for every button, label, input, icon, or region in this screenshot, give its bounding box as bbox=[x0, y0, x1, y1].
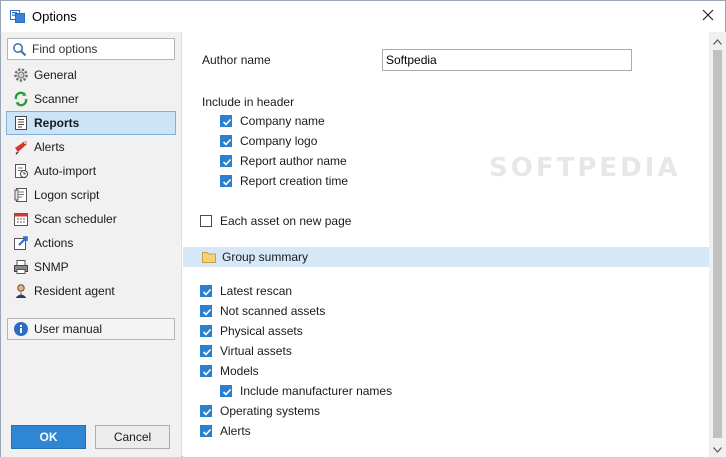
watermark: SOFTPEDIA bbox=[489, 153, 681, 183]
reports-settings-panel: Author name Include in header Company na… bbox=[183, 32, 709, 457]
checkbox-physical-assets[interactable]: Physical assets bbox=[200, 323, 303, 339]
checkbox-company-logo[interactable]: Company logo bbox=[220, 133, 317, 149]
sidebar-item-label: Reports bbox=[34, 116, 80, 130]
alert-icon bbox=[13, 139, 29, 155]
close-icon bbox=[702, 9, 714, 24]
sidebar-item-label: General bbox=[34, 68, 77, 82]
script-icon bbox=[13, 187, 29, 203]
checkbox-checked-icon bbox=[200, 305, 212, 317]
group-summary-header[interactable]: Group summary bbox=[183, 247, 709, 267]
scroll-up-button[interactable] bbox=[709, 32, 726, 49]
checkbox-label: Each asset on new page bbox=[220, 214, 352, 228]
checkbox-latest-rescan[interactable]: Latest rescan bbox=[200, 283, 292, 299]
checkbox-label: Virtual assets bbox=[220, 344, 292, 358]
cancel-button[interactable]: Cancel bbox=[95, 425, 170, 449]
sidebar-item-label: Logon script bbox=[34, 188, 100, 202]
scroll-down-button[interactable] bbox=[709, 440, 726, 457]
checkbox-label: Alerts bbox=[220, 424, 251, 438]
checkbox-label: Company name bbox=[240, 114, 325, 128]
options-window: Options General bbox=[0, 0, 726, 457]
sidebar-item-label: Scan scheduler bbox=[34, 212, 117, 226]
auto-import-icon bbox=[13, 163, 29, 179]
sidebar-nav: General Scanner Reports Alerts Auto-impo… bbox=[6, 63, 176, 303]
include-in-header-label: Include in header bbox=[202, 95, 295, 109]
group-summary-label: Group summary bbox=[222, 250, 309, 264]
calendar-icon bbox=[13, 211, 29, 227]
search-input[interactable] bbox=[32, 41, 172, 57]
checkbox-checked-icon bbox=[220, 115, 232, 127]
ok-button[interactable]: OK bbox=[11, 425, 86, 449]
checkbox-alerts[interactable]: Alerts bbox=[200, 423, 251, 439]
sidebar-item-scanner[interactable]: Scanner bbox=[6, 87, 176, 111]
checkbox-operating-systems[interactable]: Operating systems bbox=[200, 403, 320, 419]
author-name-label: Author name bbox=[202, 53, 271, 67]
window-title: Options bbox=[32, 9, 77, 24]
folder-icon bbox=[202, 251, 216, 263]
checkbox-checked-icon bbox=[220, 155, 232, 167]
sidebar-item-label: Alerts bbox=[34, 140, 65, 154]
checkbox-label: Report author name bbox=[240, 154, 347, 168]
actions-icon bbox=[13, 235, 29, 251]
checkbox-include-manufacturer-names[interactable]: Include manufacturer names bbox=[220, 383, 392, 399]
gear-icon bbox=[13, 67, 29, 83]
sidebar-item-label: Scanner bbox=[34, 92, 79, 106]
checkbox-virtual-assets[interactable]: Virtual assets bbox=[200, 343, 292, 359]
checkbox-checked-icon bbox=[220, 385, 232, 397]
search-box[interactable] bbox=[7, 38, 175, 60]
checkbox-company-name[interactable]: Company name bbox=[220, 113, 325, 129]
checkbox-not-scanned-assets[interactable]: Not scanned assets bbox=[200, 303, 325, 319]
sidebar-item-reports[interactable]: Reports bbox=[6, 111, 176, 135]
sidebar-item-alerts[interactable]: Alerts bbox=[6, 135, 176, 159]
options-app-icon bbox=[10, 9, 25, 23]
sidebar-item-snmp[interactable]: SNMP bbox=[6, 255, 176, 279]
checkbox-label: Latest rescan bbox=[220, 284, 293, 298]
user-manual-label: User manual bbox=[34, 322, 103, 336]
scanner-icon bbox=[13, 91, 29, 107]
sidebar-item-resident-agent[interactable]: Resident agent bbox=[6, 279, 176, 303]
checkbox-report-author-name[interactable]: Report author name bbox=[220, 153, 347, 169]
checkbox-checked-icon bbox=[200, 405, 212, 417]
chevron-up-icon bbox=[713, 34, 722, 48]
sidebar-item-label: Auto-import bbox=[34, 164, 97, 178]
checkbox-label: Operating systems bbox=[220, 404, 321, 418]
checkbox-label: Company logo bbox=[240, 134, 318, 148]
printer-icon bbox=[13, 259, 29, 275]
sidebar-item-auto-import[interactable]: Auto-import bbox=[6, 159, 176, 183]
checkbox-label: Include manufacturer names bbox=[240, 384, 393, 398]
sidebar: General Scanner Reports Alerts bbox=[1, 32, 182, 457]
scroll-thumb[interactable] bbox=[713, 50, 722, 438]
search-icon bbox=[12, 42, 27, 57]
sidebar-item-actions[interactable]: Actions bbox=[6, 231, 176, 255]
sidebar-item-label: Actions bbox=[34, 236, 74, 250]
sidebar-item-logon-script[interactable]: Logon script bbox=[6, 183, 176, 207]
checkbox-checked-icon bbox=[200, 345, 212, 357]
sidebar-item-label: Resident agent bbox=[34, 284, 115, 298]
checkbox-report-creation-time[interactable]: Report creation time bbox=[220, 173, 348, 189]
title-bar: Options bbox=[1, 1, 725, 32]
chevron-down-icon bbox=[713, 442, 722, 456]
user-manual-button[interactable]: User manual bbox=[7, 318, 175, 340]
sidebar-item-label: SNMP bbox=[34, 260, 69, 274]
checkbox-checked-icon bbox=[200, 325, 212, 337]
close-button[interactable] bbox=[697, 5, 719, 27]
checkbox-label: Models bbox=[220, 364, 259, 378]
report-icon bbox=[13, 115, 29, 131]
checkbox-checked-icon bbox=[220, 135, 232, 147]
checkbox-checked-icon bbox=[200, 425, 212, 437]
checkbox-models[interactable]: Models bbox=[200, 363, 259, 379]
checkbox-each-asset-new-page[interactable]: Each asset on new page bbox=[200, 213, 351, 229]
sidebar-item-scan-scheduler[interactable]: Scan scheduler bbox=[6, 207, 176, 231]
checkbox-label: Not scanned assets bbox=[220, 304, 326, 318]
vertical-scrollbar[interactable] bbox=[709, 32, 726, 457]
agent-icon bbox=[13, 283, 29, 299]
checkbox-checked-icon bbox=[200, 285, 212, 297]
checkbox-checked-icon bbox=[200, 365, 212, 377]
checkbox-label: Report creation time bbox=[240, 174, 349, 188]
info-icon bbox=[13, 321, 29, 337]
checkbox-label: Physical assets bbox=[220, 324, 303, 338]
checkbox-unchecked-icon bbox=[200, 215, 212, 227]
sidebar-item-general[interactable]: General bbox=[6, 63, 176, 87]
author-name-input[interactable] bbox=[382, 49, 632, 71]
checkbox-checked-icon bbox=[220, 175, 232, 187]
